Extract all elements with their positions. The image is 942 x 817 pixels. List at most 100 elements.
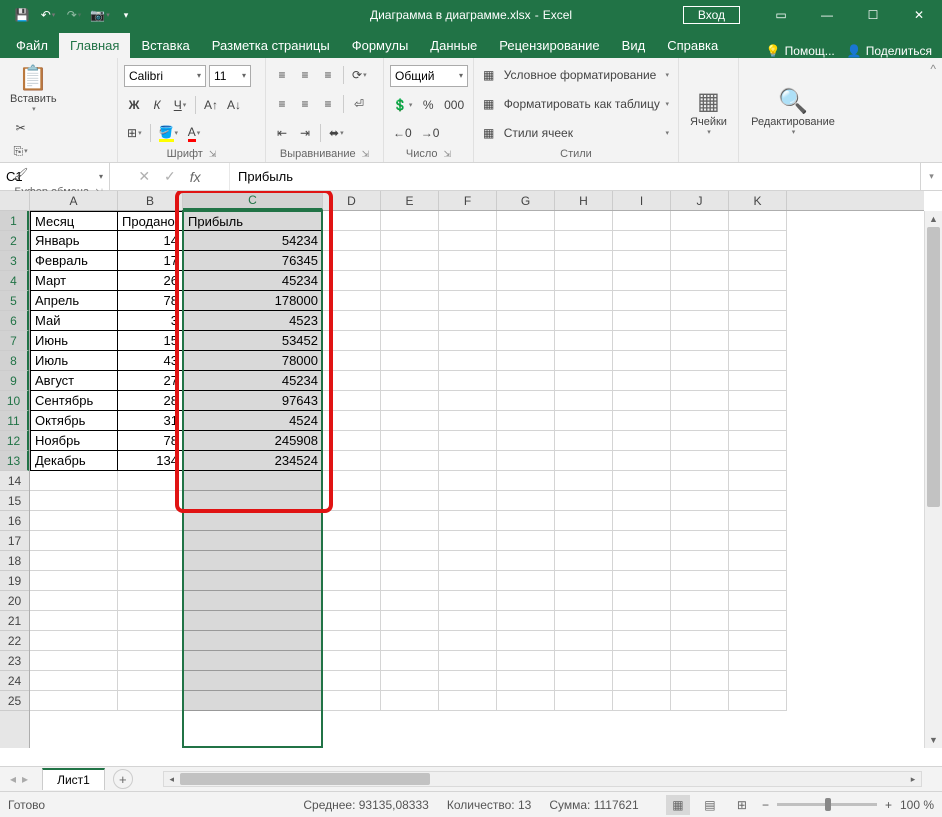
cell[interactable] <box>439 631 497 651</box>
cell[interactable] <box>555 631 613 651</box>
format-as-table-button[interactable]: ▦ Форматировать как таблицу▾ <box>480 92 672 116</box>
alignment-launcher-icon[interactable]: ⇲ <box>362 149 370 160</box>
cell[interactable] <box>118 511 183 531</box>
cell[interactable] <box>671 451 729 471</box>
save-icon[interactable]: 💾 <box>10 3 34 27</box>
cell[interactable] <box>381 531 439 551</box>
cell[interactable] <box>671 271 729 291</box>
row-header[interactable]: 19 <box>0 571 29 591</box>
zoom-handle[interactable] <box>825 798 831 811</box>
cell[interactable] <box>183 671 323 691</box>
cell[interactable] <box>613 211 671 231</box>
hscroll-thumb[interactable] <box>180 773 430 785</box>
signin-button[interactable]: Вход <box>683 6 740 24</box>
fx-icon[interactable]: fx <box>190 169 201 185</box>
cell[interactable] <box>439 571 497 591</box>
cell[interactable]: 54234 <box>183 231 323 251</box>
cell[interactable] <box>497 591 555 611</box>
cell[interactable] <box>671 391 729 411</box>
cell[interactable] <box>729 671 787 691</box>
cell[interactable] <box>613 331 671 351</box>
cell[interactable]: Месяц <box>30 211 118 231</box>
cell[interactable] <box>439 351 497 371</box>
cell[interactable] <box>381 631 439 651</box>
cell[interactable] <box>497 211 555 231</box>
cell[interactable] <box>729 391 787 411</box>
expand-formula-bar-icon[interactable]: ▾ <box>920 163 942 190</box>
cell[interactable] <box>671 371 729 391</box>
cell[interactable] <box>381 491 439 511</box>
italic-button[interactable]: К <box>147 95 167 115</box>
cell[interactable] <box>729 491 787 511</box>
cell[interactable] <box>323 571 381 591</box>
cell[interactable] <box>613 471 671 491</box>
row-header[interactable]: 17 <box>0 531 29 551</box>
cell[interactable] <box>497 651 555 671</box>
cell[interactable] <box>497 511 555 531</box>
minimize-icon[interactable]: — <box>804 0 850 30</box>
cell[interactable] <box>671 431 729 451</box>
cell[interactable] <box>323 491 381 511</box>
cell[interactable] <box>323 271 381 291</box>
cell[interactable]: 14 <box>118 231 183 251</box>
format-painter-button[interactable]: 🖌 <box>10 164 31 184</box>
column-header[interactable]: I <box>613 191 671 210</box>
row-header[interactable]: 7 <box>0 331 29 351</box>
cell[interactable] <box>381 271 439 291</box>
cell[interactable]: Август <box>30 371 118 391</box>
cell[interactable] <box>439 251 497 271</box>
zoom-in-icon[interactable]: + <box>885 798 892 812</box>
column-header[interactable]: H <box>555 191 613 210</box>
cell[interactable] <box>671 531 729 551</box>
cell[interactable] <box>613 311 671 331</box>
cell[interactable] <box>381 671 439 691</box>
cell[interactable] <box>729 311 787 331</box>
enter-formula-icon[interactable]: ✓ <box>164 168 176 185</box>
align-bottom-button[interactable]: ≡ <box>318 65 338 85</box>
cell[interactable] <box>497 311 555 331</box>
cell[interactable] <box>613 251 671 271</box>
cell[interactable] <box>671 651 729 671</box>
cell[interactable] <box>323 451 381 471</box>
tab-help[interactable]: Справка <box>656 33 729 58</box>
cell[interactable] <box>555 211 613 231</box>
cell[interactable] <box>183 611 323 631</box>
cut-button[interactable]: ✂ <box>10 118 31 138</box>
cell[interactable] <box>323 431 381 451</box>
vertical-scrollbar[interactable]: ▲ ▼ <box>924 211 942 748</box>
cell[interactable] <box>118 591 183 611</box>
cell[interactable] <box>613 631 671 651</box>
cell[interactable] <box>671 691 729 711</box>
cell[interactable]: Февраль <box>30 251 118 271</box>
bold-button[interactable]: Ж <box>124 95 144 115</box>
cell[interactable]: 31 <box>118 411 183 431</box>
cell[interactable] <box>183 491 323 511</box>
cell[interactable] <box>729 631 787 651</box>
cell[interactable] <box>381 351 439 371</box>
tell-me-button[interactable]: 💡Помощ... <box>766 44 835 58</box>
cell[interactable]: Ноябрь <box>30 431 118 451</box>
comma-button[interactable]: 000 <box>441 95 467 115</box>
cell[interactable] <box>323 371 381 391</box>
cell[interactable] <box>729 411 787 431</box>
row-header[interactable]: 25 <box>0 691 29 711</box>
cell[interactable]: Прибыль <box>183 211 323 231</box>
cell[interactable] <box>439 371 497 391</box>
cell[interactable] <box>439 671 497 691</box>
conditional-formatting-button[interactable]: ▦ Условное форматирование▾ <box>480 63 672 87</box>
cell[interactable] <box>555 431 613 451</box>
row-header[interactable]: 13 <box>0 451 29 471</box>
cell[interactable] <box>729 211 787 231</box>
cell[interactable] <box>671 591 729 611</box>
cell[interactable] <box>497 331 555 351</box>
cell[interactable] <box>323 211 381 231</box>
cell[interactable] <box>118 531 183 551</box>
cell[interactable] <box>497 251 555 271</box>
cell[interactable] <box>381 331 439 351</box>
cell[interactable] <box>439 591 497 611</box>
cell[interactable] <box>381 571 439 591</box>
currency-button[interactable]: 💲▾ <box>390 95 415 115</box>
cell[interactable] <box>671 631 729 651</box>
cell[interactable] <box>671 351 729 371</box>
cell[interactable] <box>118 611 183 631</box>
